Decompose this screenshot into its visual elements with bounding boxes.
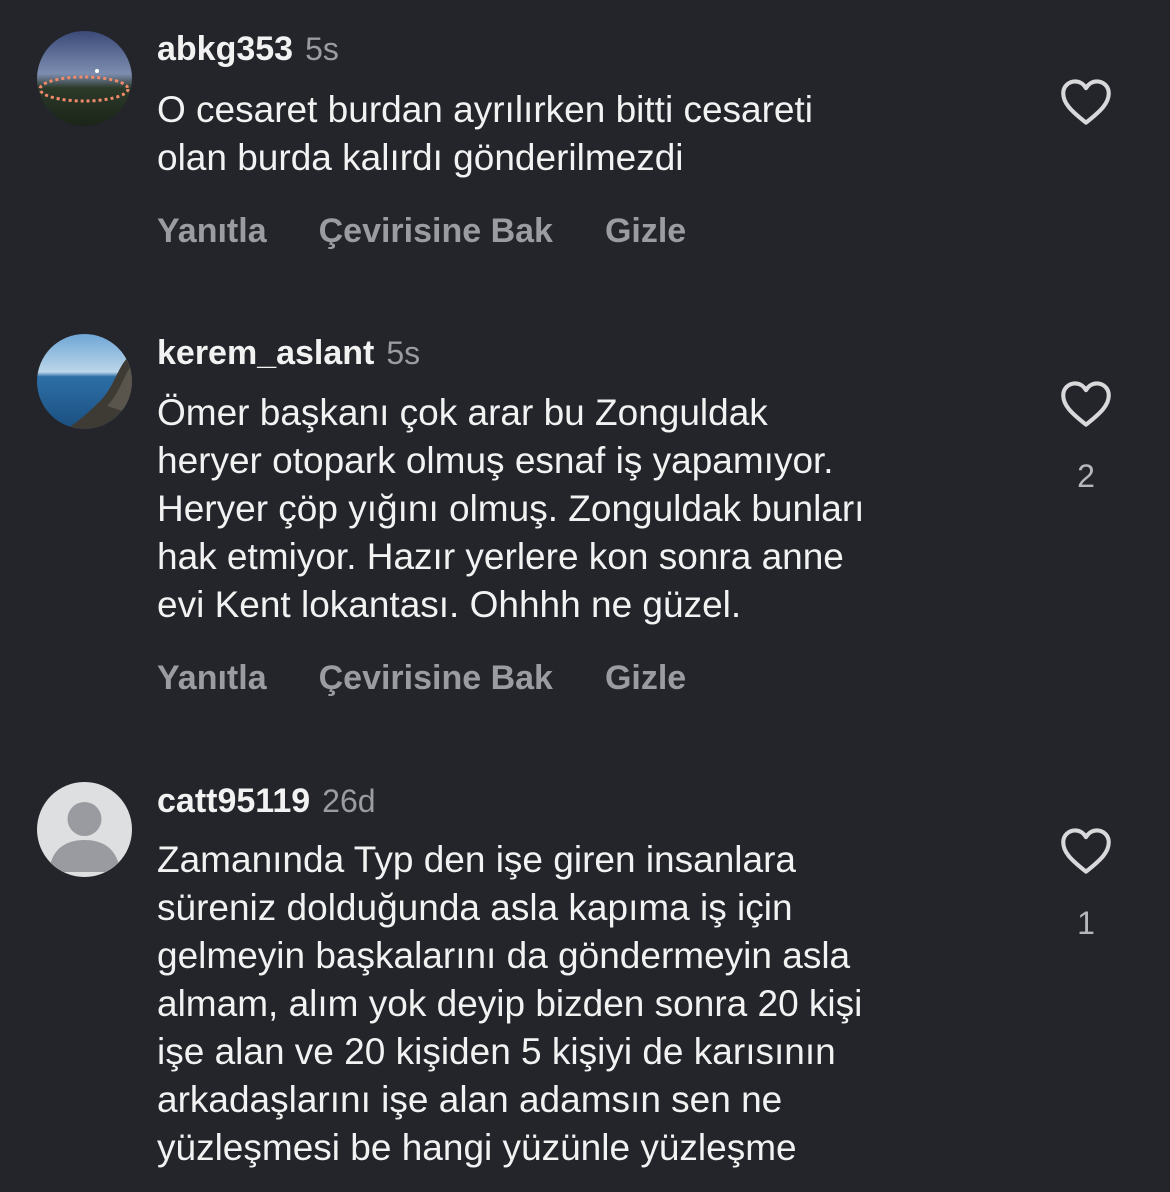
reply-button[interactable]: Yanıtla [157,212,267,251]
comment-actions: Yanıtla Çevirisine Bak Gizle [157,209,686,253]
comment-header: kerem_aslant 5s [157,334,420,378]
comment-header: catt95119 26d [157,782,376,826]
hide-button[interactable]: Gizle [605,659,686,698]
avatar[interactable] [37,334,132,429]
like-button[interactable] [1056,376,1116,432]
comment-line: yüzleşmesi be hangi yüzünle yüzleşme [157,1127,797,1168]
like-count: 1 [1077,905,1095,941]
comment-text: Zamanında Typ den işe giren insanlara sü… [157,836,1037,1172]
avatar[interactable] [37,31,132,126]
comment-line: almam, alım yok deyip bizden sonra 20 ki… [157,983,863,1024]
comment-time: 5s [305,31,339,67]
comment-line: Ömer başkanı çok arar bu Zonguldak [157,392,768,433]
translate-button[interactable]: Çevirisine Bak [319,659,553,698]
comment-line: heryer otopark olmuş esnaf iş yapamıyor. [157,440,834,481]
comment-header: abkg353 5s [157,30,339,74]
comment-line: olan burda kalırdı gönderilmezdi [157,137,684,178]
username[interactable]: abkg353 [157,30,293,69]
hide-button[interactable]: Gizle [605,212,686,251]
comment-line: Heryer çöp yığını olmuş. Zonguldak bunla… [157,488,865,529]
comment-time: 26d [322,783,376,819]
username[interactable]: catt95119 [157,782,310,821]
heart-outline-icon [1061,381,1111,427]
comment-line: arkadaşlarını işe alan adamsın sen ne [157,1079,783,1120]
comment-line: O cesaret burdan ayrılırken bitti cesare… [157,89,814,130]
comment-line: Zamanında Typ den işe giren insanlara [157,839,796,880]
comment-line: evi Kent lokantası. Ohhhh ne güzel. [157,584,742,625]
comment-line: gelmeyin başkalarını da göndermeyin asla [157,935,851,976]
translate-button[interactable]: Çevirisine Bak [319,212,553,251]
reply-button[interactable]: Yanıtla [157,659,267,698]
comment-line: işe alan ve 20 kişiden 5 kişiyi de karıs… [157,1031,836,1072]
comment-line: hak etmiyor. Hazır yerlere kon sonra ann… [157,536,844,577]
username[interactable]: kerem_aslant [157,334,374,373]
comment-line: süreniz dolduğunda asla kapıma iş için [157,887,793,928]
heart-outline-icon [1061,79,1111,125]
comment-actions: Yanıtla Çevirisine Bak Gizle [157,656,686,700]
like-button[interactable] [1056,823,1116,879]
heart-outline-icon [1061,828,1111,874]
like-button[interactable] [1056,74,1116,130]
avatar[interactable] [37,782,132,877]
comment-text: O cesaret burdan ayrılırken bitti cesare… [157,86,1037,182]
like-count: 2 [1077,458,1095,494]
comment-time: 5s [386,335,421,371]
comment-text: Ömer başkanı çok arar bu Zonguldak herye… [157,389,1037,629]
